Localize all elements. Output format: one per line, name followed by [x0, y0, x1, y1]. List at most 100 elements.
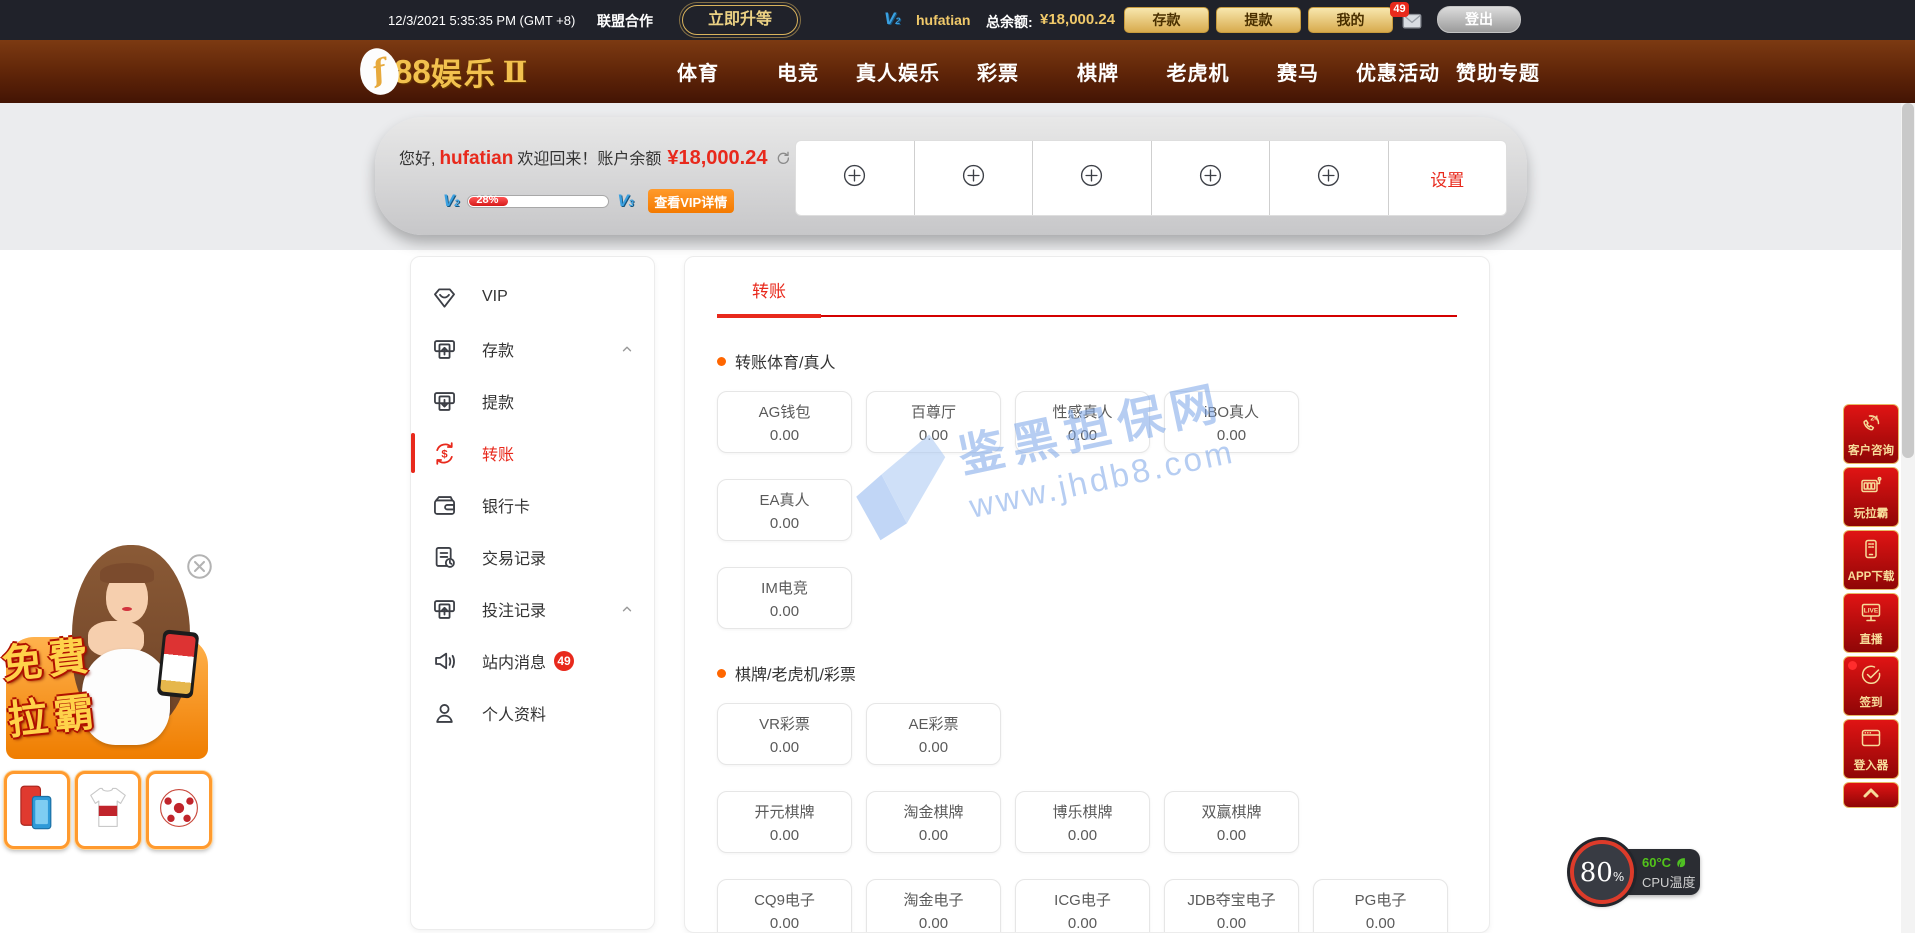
sidebar-item-转账[interactable]: $转账 [411, 427, 654, 479]
sidebar-item-存款[interactable]: 存款 [411, 323, 654, 375]
balance-card-name: AE彩票 [908, 713, 958, 734]
sidebar-item-VIP[interactable]: VIP [411, 271, 654, 323]
sidebar-item-label: 交易记录 [482, 545, 546, 569]
sidebar-item-站内消息[interactable]: 站内消息49 [411, 635, 654, 687]
nav-item-3[interactable]: 真人娱乐 [848, 40, 948, 103]
vip-details-button[interactable]: 查看VIP详情 [648, 189, 734, 213]
plus-circle-icon [841, 162, 868, 194]
float-button-直播[interactable]: LIVE直播 [1843, 593, 1899, 653]
deposit-slot-1[interactable] [796, 141, 915, 215]
promo-prize-2[interactable] [75, 771, 141, 849]
balance-card-value: 0.00 [770, 827, 799, 844]
balance-card-iBO真人[interactable]: iBO真人0.00 [1164, 391, 1299, 453]
promo-close-icon[interactable] [186, 553, 213, 580]
checkin-icon [1859, 663, 1883, 692]
topbar-button-2[interactable]: 提款 [1216, 7, 1301, 33]
withdraw-icon [431, 388, 458, 415]
float-button-APP下载[interactable]: APP下载 [1843, 530, 1899, 590]
balance-card-name: 博乐棋牌 [1052, 801, 1112, 822]
balance-card-name: 淘金棋牌 [903, 801, 963, 822]
balance-card-开元棋牌[interactable]: 开元棋牌0.00 [717, 791, 852, 853]
deposit-settings-button[interactable]: 设置 [1389, 141, 1507, 215]
sidebar-item-提款[interactable]: 提款 [411, 375, 654, 427]
logout-button[interactable]: 登出 [1437, 6, 1521, 33]
nav-item-1[interactable]: 体育 [648, 40, 748, 103]
balance-card-淘金棋牌[interactable]: 淘金棋牌0.00 [866, 791, 1001, 853]
float-button-客户咨询[interactable]: 24 客户咨询 [1843, 404, 1899, 464]
message-count-badge: 49 [554, 651, 574, 671]
alliance-link[interactable]: 联盟合作 [597, 11, 653, 31]
balance-card-博乐棋牌[interactable]: 博乐棋牌 0.00 [1015, 791, 1150, 853]
nav-item-5[interactable]: 棋牌 [1048, 40, 1148, 103]
balance-card-AE彩票[interactable]: AE彩票0.00 [866, 703, 1001, 765]
balance-card-row: AG钱包0.00百尊厅0.00性感真人0.00iBO真人0.00 [717, 391, 1457, 453]
refresh-icon[interactable] [775, 150, 791, 166]
balance-card-百尊厅[interactable]: 百尊厅0.00 [866, 391, 1001, 453]
balance-card-AG钱包[interactable]: AG钱包0.00 [717, 391, 852, 453]
balance-card-JDB夺宝电子[interactable]: JDB夺宝电子0.00 [1164, 879, 1299, 933]
promo-banner: 免費拉霸 [0, 545, 232, 875]
promo-slogan-char: 免 [0, 633, 48, 694]
upgrade-button[interactable]: 立即升等 [682, 5, 798, 35]
nav-item-6[interactable]: 老虎机 [1148, 40, 1248, 103]
promo-prize-3[interactable] [146, 771, 212, 849]
balance-card-VR彩票[interactable]: VR彩票0.00 [717, 703, 852, 765]
ball-prize-icon [156, 782, 202, 839]
balance-card-双赢棋牌[interactable]: 双赢棋牌0.00 [1164, 791, 1299, 853]
balance-card-name: JDB夺宝电子 [1187, 889, 1275, 910]
nav-item-7[interactable]: 赛马 [1248, 40, 1348, 103]
float-button-签到[interactable]: 签到 [1843, 656, 1899, 716]
balance-card-EA真人[interactable]: EA真人0.00 [717, 479, 852, 541]
deposit-slot-5[interactable] [1270, 141, 1389, 215]
float-button-登入器[interactable]: 登入器 [1843, 719, 1899, 779]
balance-card-name: AG钱包 [759, 401, 811, 422]
sidebar-item-投注记录[interactable]: 投注记录 [411, 583, 654, 635]
float-button-label: 直播 [1860, 631, 1883, 647]
sidebar-item-银行卡[interactable]: 银行卡 [411, 479, 654, 531]
sidebar-item-交易记录[interactable]: 交易记录 [411, 531, 654, 583]
nav-item-4[interactable]: 彩票 [948, 40, 1048, 103]
chevron-up-icon [1859, 781, 1883, 810]
transaction-records-icon [431, 544, 458, 571]
float-button-label: 客户咨询 [1848, 442, 1894, 458]
tab-transfer[interactable]: 转账 [717, 277, 821, 318]
balance-card-name: PG电子 [1355, 889, 1407, 910]
user-panel: 您好,hufatian欢迎回来！账户余额¥18,000.24 V2 28% V3… [375, 117, 1527, 235]
nav-item-9[interactable]: 赞助专题 [1448, 40, 1548, 103]
balance-card-value: 0.00 [770, 603, 799, 620]
datetime-text: 12/3/2021 5:35:35 PM (GMT +8) [388, 13, 575, 28]
scrollbar-thumb[interactable] [1902, 103, 1914, 458]
float-button-玩拉霸[interactable]: 玩拉霸 [1843, 467, 1899, 527]
balance-card-value: 0.00 [770, 915, 799, 932]
site-logo[interactable]: f 88 娱乐 Ⅱ [360, 48, 527, 95]
balance-card-value: 0.00 [1068, 827, 1097, 844]
float-button-label: 登入器 [1854, 757, 1889, 773]
profile-icon [431, 700, 458, 727]
balance-card-value: 0.00 [1068, 427, 1097, 444]
balance-card-淘金电子[interactable]: 淘金电子0.00 [866, 879, 1001, 933]
promo-slogan-char: 費 [42, 628, 94, 689]
nav-item-8[interactable]: 优惠活动 [1348, 40, 1448, 103]
promo-prize-1[interactable] [4, 771, 70, 849]
sidebar-item-label: 投注记录 [482, 597, 546, 621]
balance-card-CQ9电子[interactable]: CQ9电子0.00 [717, 879, 852, 933]
float-collapse-button[interactable] [1843, 782, 1899, 808]
vip-progress-label: 28% [476, 194, 498, 206]
sidebar-item-个人资料[interactable]: 个人资料 [411, 687, 654, 739]
balance-card-性感真人[interactable]: 性感真人0.00 [1015, 391, 1150, 453]
balance-card-PG电子[interactable]: PG电子0.00 [1313, 879, 1448, 933]
deposit-slot-3[interactable] [1033, 141, 1152, 215]
nav-item-2[interactable]: 电竞 [748, 40, 848, 103]
topbar-button-1[interactable]: 存款 [1124, 7, 1209, 33]
section-title: 棋牌/老虎机/彩票 [735, 661, 856, 685]
topbar-button-3[interactable]: 我的 [1308, 7, 1393, 33]
deposit-slot-2[interactable] [915, 141, 1034, 215]
tab-bar: 转账 [717, 277, 1457, 317]
svg-text:24: 24 [1870, 415, 1878, 422]
balance-card-IM电竞[interactable]: IM电竞0.00 [717, 567, 852, 629]
cpu-usage-gauge: 80% [1570, 840, 1634, 904]
notification-dot [1848, 661, 1857, 670]
deposit-slot-4[interactable] [1152, 141, 1271, 215]
vip-level-icon: V2 [884, 9, 900, 29]
balance-card-ICG电子[interactable]: ICG电子0.00 [1015, 879, 1150, 933]
